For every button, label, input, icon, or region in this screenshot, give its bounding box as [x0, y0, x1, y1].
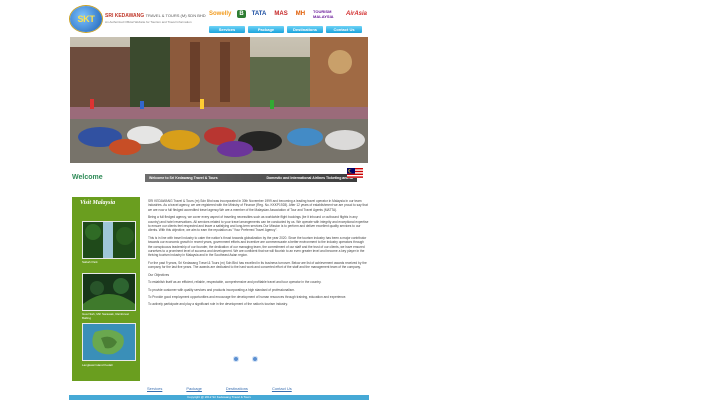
welcome-title: Welcome	[72, 174, 103, 181]
brand-name: SRI KEDAWANG TRAVEL & TOURS (M) SDN BHD	[105, 13, 206, 19]
nav-destinations[interactable]: Destinations	[287, 26, 323, 33]
thumb-sabah-park[interactable]	[82, 221, 136, 259]
caption-sabah-park: Sabah Park	[82, 260, 98, 264]
brand-title: SRI KEDAWANG	[105, 13, 145, 19]
site-container: SKT SRI KEDAWANG TRAVEL & TOURS (M) SDN …	[69, 0, 369, 400]
welcome-strip: Welcome to Sri Kedawang Travel & Tours D…	[145, 174, 357, 182]
logo-text: SKT	[77, 14, 95, 24]
objective-item: To Provide good employment opportunities…	[148, 294, 347, 299]
partner-logo-mas: MAS	[274, 11, 288, 17]
visit-malaysia-sidebar: Visit Malaysia Sabah Park Gua Niah, Miri…	[72, 197, 140, 381]
welcome-strip-right: Domestic and International Airlines Tick…	[266, 176, 353, 180]
footer-link-package[interactable]: Package	[186, 386, 202, 391]
page: SKT SRI KEDAWANG TRAVEL & TOURS (M) SDN …	[0, 0, 720, 400]
top-nav: Services Package Destinations Contact Us	[209, 26, 362, 33]
thumb-langkawi[interactable]	[82, 323, 136, 361]
partner-logo-sowelly: Sowelly	[209, 11, 232, 17]
footer-links: Services Package Destinations Contact Us	[147, 386, 292, 391]
partner-logo-tata: TATA	[251, 11, 267, 17]
brand-suffix: TRAVEL & TOURS (M) SDN BHD	[145, 13, 206, 18]
caption-gua-niah: Gua Niah, Miri Sarawak, Rainforest Balli…	[82, 312, 130, 320]
partner-logo-airasia: AirAsia	[345, 11, 367, 17]
content-paragraph: This is in line with travel industry to …	[148, 235, 367, 258]
content-paragraph: For the past 9 years, Sri Kedawang Trave…	[148, 260, 367, 270]
footer-copyright: Copyright @ 2012 Sri Kedawang Travel & T…	[69, 395, 369, 400]
prev-page-icon[interactable]	[233, 356, 239, 362]
caption-langkawi: Langkawi Island Kedah	[82, 363, 114, 367]
footer-link-contact-us[interactable]: Contact Us	[272, 386, 292, 391]
malaysia-flag-icon	[347, 168, 363, 178]
partner-logo-b: B	[237, 10, 246, 18]
objective-item: To establish itself as an efficient, rel…	[148, 280, 322, 285]
objectives-heading: Our Objectives	[148, 272, 170, 277]
welcome-strip-left: Welcome to Sri Kedawang Travel & Tours	[149, 176, 218, 180]
nav-contact-us[interactable]: Contact Us	[326, 26, 362, 33]
company-logo[interactable]: SKT	[70, 6, 102, 32]
waterfall-photo	[83, 222, 135, 258]
footer-link-services[interactable]: Services	[147, 386, 162, 391]
footer-link-destinations[interactable]: Destinations	[226, 386, 248, 391]
nav-package[interactable]: Package	[248, 26, 284, 33]
content-paragraph: Being a full fledged agency, we cover ev…	[148, 215, 369, 233]
hero-photo-illustration	[70, 37, 368, 163]
brand-tagline: An Authorized Official Website for Touri…	[105, 20, 192, 24]
main-content: SRI KEDAWANG Travel & Tours (m) Sdn Bhd …	[148, 199, 369, 310]
partner-logos: Sowelly B TATA MAS MH TOURISM MALAYSIA A…	[207, 8, 369, 20]
objective-item: To provide customer with quality service…	[148, 287, 295, 292]
hero-banner-photo	[70, 37, 368, 163]
rainforest-photo	[83, 274, 135, 310]
partner-logo-tourism-malaysia: TOURISM MALAYSIA	[313, 9, 334, 19]
partner-logo-mh: MH	[295, 11, 306, 17]
next-page-icon[interactable]	[252, 356, 258, 362]
thumb-gua-niah[interactable]	[82, 273, 136, 311]
sidebar-title: Visit Malaysia	[80, 200, 116, 206]
nav-services[interactable]: Services	[209, 26, 245, 33]
content-paragraph: SRI KEDAWANG Travel & Tours (m) Sdn Bhd …	[148, 199, 368, 212]
island-aerial-photo	[83, 324, 135, 360]
objective-item: To actively participate and play a signi…	[148, 302, 288, 307]
